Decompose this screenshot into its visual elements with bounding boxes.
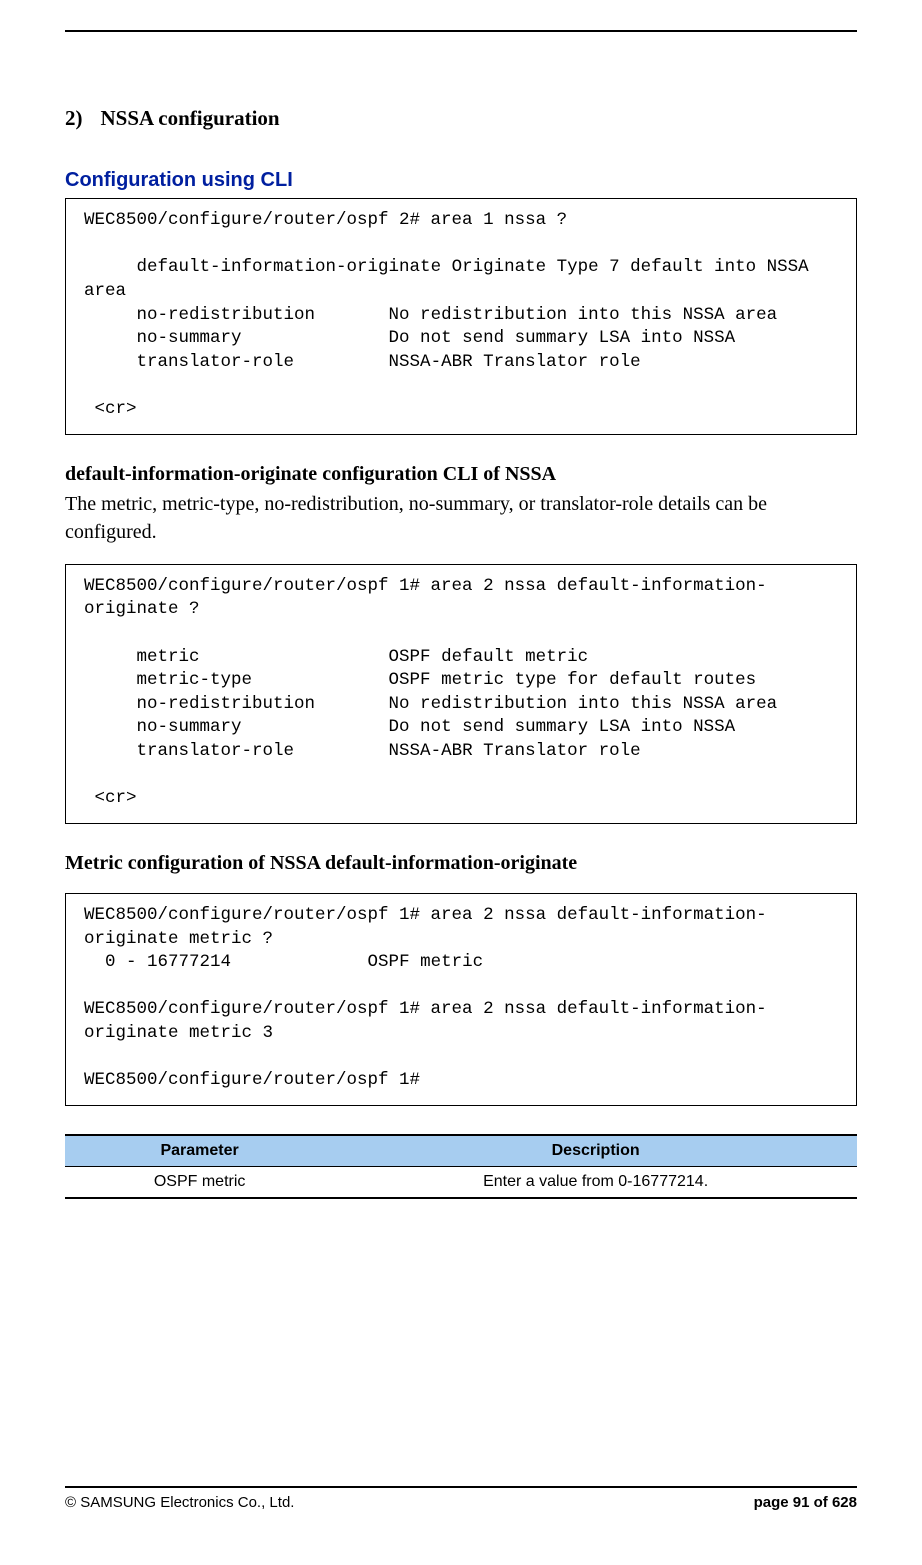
cli-output-1: WEC8500/configure/router/ospf 2# area 1 … (65, 198, 857, 435)
table-header-parameter: Parameter (65, 1135, 334, 1167)
paragraph-2-title: Metric configuration of NSSA default-inf… (65, 852, 857, 875)
paragraph-1-title: default-information-originate configurat… (65, 463, 857, 486)
cli-output-3: WEC8500/configure/router/ospf 1# area 2 … (65, 893, 857, 1106)
parameter-table: Parameter Description OSPF metric Enter … (65, 1134, 857, 1199)
footer-copyright: © SAMSUNG Electronics Co., Ltd. (65, 1494, 294, 1511)
table-cell-parameter: OSPF metric (65, 1166, 334, 1198)
footer-page-number: page 91 of 628 (754, 1494, 857, 1511)
chapter-header: CHAPTER 3. Data Network Function (65, 0, 857, 36)
section-heading: 2) NSSA configuration (65, 106, 857, 131)
table-header-description: Description (334, 1135, 857, 1167)
table-row: OSPF metric Enter a value from 0-1677721… (65, 1166, 857, 1198)
page: CHAPTER 3. Data Network Function 2) NSSA … (0, 0, 922, 1541)
header-rule (65, 30, 857, 32)
table-header-row: Parameter Description (65, 1135, 857, 1167)
page-footer: © SAMSUNG Electronics Co., Ltd. page 91 … (65, 1486, 857, 1511)
cli-output-2: WEC8500/configure/router/ospf 1# area 2 … (65, 564, 857, 824)
section-title: NSSA configuration (101, 106, 280, 130)
cli-heading: Configuration using CLI (65, 169, 857, 192)
section-number: 2) (65, 106, 83, 131)
paragraph-1-body: The metric, metric-type, no-redistributi… (65, 490, 857, 546)
table-cell-description: Enter a value from 0-16777214. (334, 1166, 857, 1198)
